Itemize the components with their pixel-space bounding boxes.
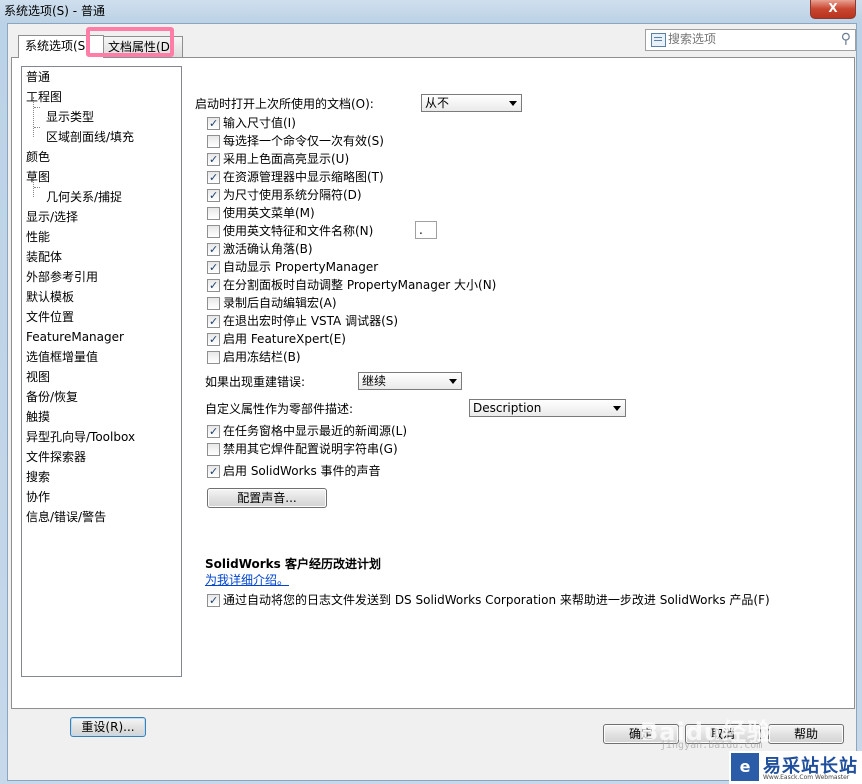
rebuild-error-label: 如果出现重建错误:: [205, 375, 306, 389]
option-label: 采用上色面高亮显示(U): [223, 152, 350, 166]
tree-item[interactable]: 区域剖面线/填充: [46, 127, 134, 147]
tree-item[interactable]: 异型孔向导/Toolbox: [26, 427, 135, 447]
option-label: 使用英文菜单(M): [223, 206, 315, 220]
list-icon: [651, 33, 666, 47]
search-icon[interactable]: ⚲: [841, 31, 851, 47]
option-label: 使用英文特征和文件名称(N): [223, 224, 374, 238]
rebuild-error-value: 继续: [362, 374, 387, 388]
tree-item[interactable]: 装配体: [26, 247, 62, 267]
option-checkbox[interactable]: [207, 225, 220, 238]
option-checkbox[interactable]: [207, 187, 220, 205]
custom-prop-label: 自定义属性作为零部件描述:: [205, 402, 354, 416]
option-label: 启用 SolidWorks 事件的声音: [223, 464, 381, 478]
options-content: 启动时打开上次所使用的文档(O): 从不 输入尺寸值(I) 每选择一个命令仅一次有…: [195, 94, 855, 736]
reset-button[interactable]: 重设(R)...: [70, 717, 146, 737]
dialog-window: 系统选项(S) - 普通 X 系统选项(S) 文档属性(D) ⚲ 普通工程图显示…: [0, 0, 862, 784]
tree-item[interactable]: 颜色: [26, 147, 50, 167]
tree-item[interactable]: 搜索: [26, 467, 50, 487]
tree-item[interactable]: 工程图: [26, 87, 62, 107]
custom-prop-select[interactable]: Description: [469, 399, 626, 417]
option-checkbox[interactable]: [207, 463, 220, 481]
rebuild-error-select[interactable]: 继续: [358, 372, 462, 390]
option-checkbox[interactable]: [207, 423, 220, 441]
option-label: 录制后自动编辑宏(A): [223, 296, 337, 310]
tree-item[interactable]: 默认模板: [26, 287, 74, 307]
option-label: 在任务窗格中显示最近的新闻源(L): [223, 424, 408, 438]
dialog-client: 系统选项(S) 文档属性(D) ⚲ 普通工程图显示类型区域剖面线/填充颜色草图几…: [7, 23, 857, 781]
tab-highlight-box: [86, 27, 174, 57]
chevron-down-icon: [509, 101, 517, 106]
option-checkbox[interactable]: [207, 259, 220, 277]
chevron-down-icon: [613, 406, 621, 411]
search-input[interactable]: [668, 31, 828, 47]
option-checkbox[interactable]: [207, 241, 220, 259]
tree-item[interactable]: 信息/错误/警告: [26, 507, 106, 527]
help-button[interactable]: 帮助: [768, 724, 844, 744]
option-label: 在分割面板时自动调整 PropertyManager 大小(N): [223, 278, 497, 292]
tree-item[interactable]: 视图: [26, 367, 50, 387]
tree-item[interactable]: 协作: [26, 487, 50, 507]
tree-item[interactable]: 外部参考引用: [26, 267, 98, 287]
option-label: 禁用其它焊件配置说明字符串(G): [223, 442, 398, 456]
tree-item[interactable]: 显示/选择: [26, 207, 78, 227]
brand-sub: Www.Easck.Com Webmaster: [763, 774, 850, 781]
open-last-label: 启动时打开上次所使用的文档(O):: [195, 97, 374, 111]
option-label: 每选择一个命令仅一次有效(S): [223, 134, 384, 148]
tree-item[interactable]: FeatureManager: [26, 327, 124, 347]
option-checkbox[interactable]: [207, 277, 220, 295]
option-label: 输入尺寸值(I): [223, 116, 296, 130]
open-last-value: 从不: [425, 96, 450, 110]
option-label: 在退出宏时停止 VSTA 调试器(S): [223, 314, 399, 328]
option-label: 启用冻结栏(B): [223, 350, 301, 364]
experience-checkbox[interactable]: [207, 592, 220, 610]
chevron-down-icon: [449, 379, 457, 384]
experience-option-label: 通过自动将您的日志文件发送到 DS SolidWorks Corporation…: [223, 593, 770, 607]
option-checkbox[interactable]: [207, 351, 220, 364]
tree-item[interactable]: 草图: [26, 167, 50, 187]
configure-sounds-button[interactable]: 配置声音...: [207, 488, 327, 508]
option-label: 启用 FeatureXpert(E): [223, 332, 346, 346]
brand-badge: e 易采站长站 Www.Easck.Com Webmaster: [729, 751, 862, 784]
tree-item[interactable]: 备份/恢复: [26, 387, 78, 407]
window-title: 系统选项(S) - 普通: [4, 4, 105, 18]
close-button[interactable]: X: [810, 0, 856, 19]
tree-item[interactable]: 文件位置: [26, 307, 74, 327]
options-panel: 普通 工程图 显示类型 区域剖面线/填充 颜色 草图 几何关系/捕捉 显示/选择 性能 装配体 外部…: [11, 57, 855, 737]
brand-logo-icon: e: [731, 753, 759, 781]
option-checkbox[interactable]: [207, 443, 220, 456]
option-checkbox[interactable]: [207, 331, 220, 349]
option-checkbox[interactable]: [207, 115, 220, 133]
tree-item[interactable]: 性能: [26, 227, 50, 247]
option-checkbox[interactable]: [207, 169, 220, 187]
tree-item[interactable]: 显示类型: [46, 107, 94, 127]
category-tree: 普通 工程图 显示类型 区域剖面线/填充 颜色 草图 几何关系/捕捉 显示/选择 性能 装配体 外部…: [21, 66, 182, 677]
open-last-select[interactable]: 从不: [421, 94, 522, 112]
experience-heading: SolidWorks 客户经历改进计划: [205, 557, 381, 571]
separator-input[interactable]: .: [415, 221, 437, 239]
option-checkbox[interactable]: [207, 135, 220, 148]
tree-item[interactable]: 触摸: [26, 407, 50, 427]
option-label: 为尺寸使用系统分隔符(D): [223, 188, 362, 202]
custom-prop-value: Description: [473, 401, 542, 415]
tree-item[interactable]: 文件探索器: [26, 447, 86, 467]
option-checkbox[interactable]: [207, 151, 220, 169]
tree-item[interactable]: 选值框增量值: [26, 347, 98, 367]
option-label: 激活确认角落(B): [223, 242, 313, 256]
option-label: 在资源管理器中显示缩略图(T): [223, 170, 384, 184]
tree-item[interactable]: 几何关系/捕捉: [46, 187, 122, 207]
tree-item[interactable]: 普通: [26, 67, 50, 87]
option-checkbox[interactable]: [207, 313, 220, 331]
option-checkbox[interactable]: [207, 297, 220, 310]
option-label: 自动显示 PropertyManager: [223, 260, 379, 274]
search-box[interactable]: ⚲: [645, 29, 856, 51]
experience-link[interactable]: 为我详细介绍。: [205, 571, 289, 588]
option-checkbox[interactable]: [207, 207, 220, 220]
watermark-url: jingyan.baidu.com: [660, 740, 763, 751]
